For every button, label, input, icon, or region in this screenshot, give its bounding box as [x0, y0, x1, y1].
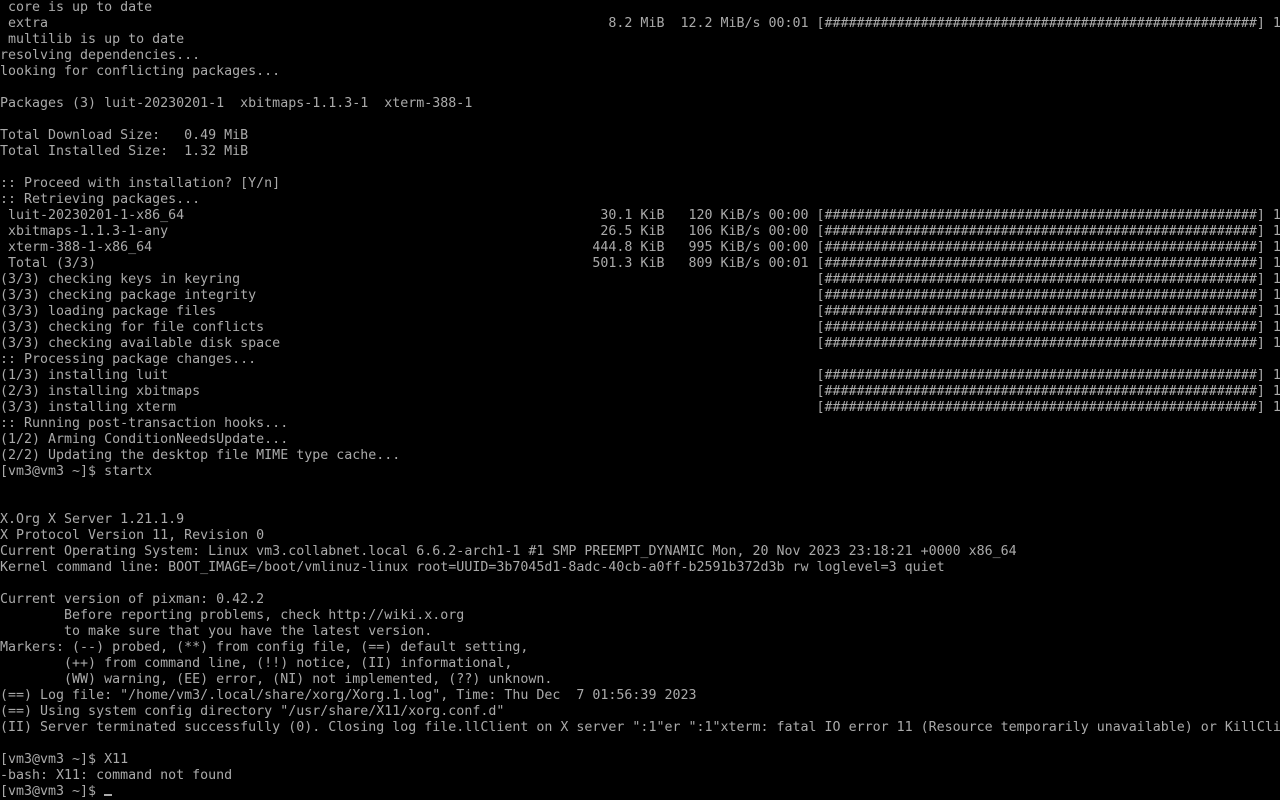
terminal-line-text: Current Operating System: Linux vm3.coll… [0, 544, 1017, 559]
terminal-line-text: [vm3@vm3 ~]$ startx [0, 464, 153, 479]
terminal-line: extra 8.2 MiB 12.2 MiB/s 00:01 [########… [0, 16, 1280, 32]
terminal-line: :: Retrieving packages... [0, 192, 1280, 208]
terminal-line-text: (2/2) Updating the desktop file MIME typ… [0, 448, 401, 463]
terminal-line: luit-20230201-1-x86_64 30.1 KiB 120 KiB/… [0, 208, 1280, 224]
terminal-line-text: Total Download Size: 0.49 MiB [0, 128, 249, 143]
terminal-line-text: Packages (3) luit-20230201-1 xbitmaps-1.… [0, 96, 473, 111]
terminal-line: (++) from command line, (!!) notice, (II… [0, 656, 1280, 672]
terminal-line: (3/3) checking package integrity [######… [0, 288, 1280, 304]
terminal-line-text: Markers: (--) probed, (**) from config f… [0, 640, 529, 655]
terminal-line-text: (==) Log file: "/home/vm3/.local/share/x… [0, 688, 697, 703]
terminal-line-text: (2/3) installing xbitmaps [#############… [0, 384, 1280, 399]
terminal-line: (WW) warning, (EE) error, (NI) not imple… [0, 672, 1280, 688]
terminal-line-text: (II) Server terminated successfully (0).… [0, 720, 1280, 735]
terminal-line-text: X.Org X Server 1.21.1.9 [0, 512, 185, 527]
terminal-line: Total Installed Size: 1.32 MiB [0, 144, 1280, 160]
terminal-line: (3/3) installing xterm [################… [0, 400, 1280, 416]
terminal-line: Current version of pixman: 0.42.2 [0, 592, 1280, 608]
terminal-line: Kernel command line: BOOT_IMAGE=/boot/vm… [0, 560, 1280, 576]
terminal-line: Current Operating System: Linux vm3.coll… [0, 544, 1280, 560]
terminal-line-text: extra 8.2 MiB 12.2 MiB/s 00:01 [########… [0, 16, 1280, 31]
terminal-line: xbitmaps-1.1.3-1-any 26.5 KiB 106 KiB/s … [0, 224, 1280, 240]
terminal-line: :: Processing package changes... [0, 352, 1280, 368]
terminal-line: [vm3@vm3 ~]$ X11 [0, 752, 1280, 768]
terminal-line-text: [vm3@vm3 ~]$ [0, 784, 105, 799]
terminal-line-text: (==) Using system config directory "/usr… [0, 704, 505, 719]
terminal-line: X.Org X Server 1.21.1.9 [0, 512, 1280, 528]
terminal-line-text: :: Running post-transaction hooks... [0, 416, 289, 431]
terminal-line: (3/3) loading package files [###########… [0, 304, 1280, 320]
terminal-line: [vm3@vm3 ~]$ [0, 784, 1280, 800]
terminal-line-text: Before reporting problems, check http://… [0, 608, 465, 623]
terminal-line-text: Total Installed Size: 1.32 MiB [0, 144, 249, 159]
terminal-line: (2/2) Updating the desktop file MIME typ… [0, 448, 1280, 464]
terminal-line-text: (1/2) Arming ConditionNeedsUpdate... [0, 432, 289, 447]
terminal-line: -bash: X11: command not found [0, 768, 1280, 784]
terminal-line: (II) Server terminated successfully (0).… [0, 720, 1280, 736]
terminal-line-text: xterm-388-1-x86_64 444.8 KiB 995 KiB/s 0… [0, 240, 1280, 255]
terminal-line: [vm3@vm3 ~]$ startx [0, 464, 1280, 480]
terminal-line-text: (WW) warning, (EE) error, (NI) not imple… [0, 672, 553, 687]
terminal-line-text: Kernel command line: BOOT_IMAGE=/boot/vm… [0, 560, 945, 575]
terminal-line: core is up to date [0, 0, 1280, 16]
terminal-line-text: (3/3) loading package files [###########… [0, 304, 1280, 319]
text-cursor [104, 794, 113, 796]
terminal-line: (==) Log file: "/home/vm3/.local/share/x… [0, 688, 1280, 704]
terminal-line: multilib is up to date [0, 32, 1280, 48]
terminal-line: (==) Using system config directory "/usr… [0, 704, 1280, 720]
terminal-line-text: looking for conflicting packages... [0, 64, 281, 79]
terminal-line: (1/2) Arming ConditionNeedsUpdate... [0, 432, 1280, 448]
terminal-line: looking for conflicting packages... [0, 64, 1280, 80]
terminal-line: Total (3/3) 501.3 KiB 809 KiB/s 00:01 [#… [0, 256, 1280, 272]
terminal-line: Packages (3) luit-20230201-1 xbitmaps-1.… [0, 96, 1280, 112]
terminal-line-text: [vm3@vm3 ~]$ X11 [0, 752, 129, 767]
terminal-line: (3/3) checking keys in keyring [########… [0, 272, 1280, 288]
terminal-line-text: (++) from command line, (!!) notice, (II… [0, 656, 513, 671]
terminal-line: Markers: (--) probed, (**) from config f… [0, 640, 1280, 656]
terminal-line: X Protocol Version 11, Revision 0 [0, 528, 1280, 544]
terminal-line-text: (1/3) installing luit [#################… [0, 368, 1280, 383]
terminal-line: :: Running post-transaction hooks... [0, 416, 1280, 432]
terminal-line-text: :: Proceed with installation? [Y/n] [0, 176, 281, 191]
terminal-line-text: (3/3) checking keys in keyring [########… [0, 272, 1280, 287]
terminal-line-text: X Protocol Version 11, Revision 0 [0, 528, 265, 543]
terminal-line: Total Download Size: 0.49 MiB [0, 128, 1280, 144]
terminal-line: Before reporting problems, check http://… [0, 608, 1280, 624]
terminal-line-text: (3/3) checking package integrity [######… [0, 288, 1280, 303]
terminal-line-text: to make sure that you have the latest ve… [0, 624, 433, 639]
terminal-line-text: luit-20230201-1-x86_64 30.1 KiB 120 KiB/… [0, 208, 1280, 223]
terminal-line-text: (3/3) checking for file conflicts [#####… [0, 320, 1280, 335]
terminal-line: (1/3) installing luit [#################… [0, 368, 1280, 384]
terminal-line: (2/3) installing xbitmaps [#############… [0, 384, 1280, 400]
terminal-line: (3/3) checking available disk space [###… [0, 336, 1280, 352]
terminal-line-text: resolving dependencies... [0, 48, 201, 63]
terminal-line-text: :: Processing package changes... [0, 352, 257, 367]
terminal-line: (3/3) checking for file conflicts [#####… [0, 320, 1280, 336]
terminal-line: :: Proceed with installation? [Y/n] [0, 176, 1280, 192]
terminal-line-text: multilib is up to date [0, 32, 185, 47]
terminal-line-text: (3/3) checking available disk space [###… [0, 336, 1280, 351]
terminal-line-text: -bash: X11: command not found [0, 768, 233, 783]
terminal-line: to make sure that you have the latest ve… [0, 624, 1280, 640]
terminal-line-text: (3/3) installing xterm [################… [0, 400, 1280, 415]
terminal-screen[interactable]: core is up to date extra 8.2 MiB 12.2 Mi… [0, 0, 1280, 800]
terminal-line-text: core is up to date [0, 0, 153, 15]
terminal-line-text: :: Retrieving packages... [0, 192, 201, 207]
terminal-line: resolving dependencies... [0, 48, 1280, 64]
terminal-line-text: xbitmaps-1.1.3-1-any 26.5 KiB 106 KiB/s … [0, 224, 1280, 239]
terminal-line-text: Current version of pixman: 0.42.2 [0, 592, 265, 607]
terminal-line: xterm-388-1-x86_64 444.8 KiB 995 KiB/s 0… [0, 240, 1280, 256]
terminal-line-text: Total (3/3) 501.3 KiB 809 KiB/s 00:01 [#… [0, 256, 1280, 271]
